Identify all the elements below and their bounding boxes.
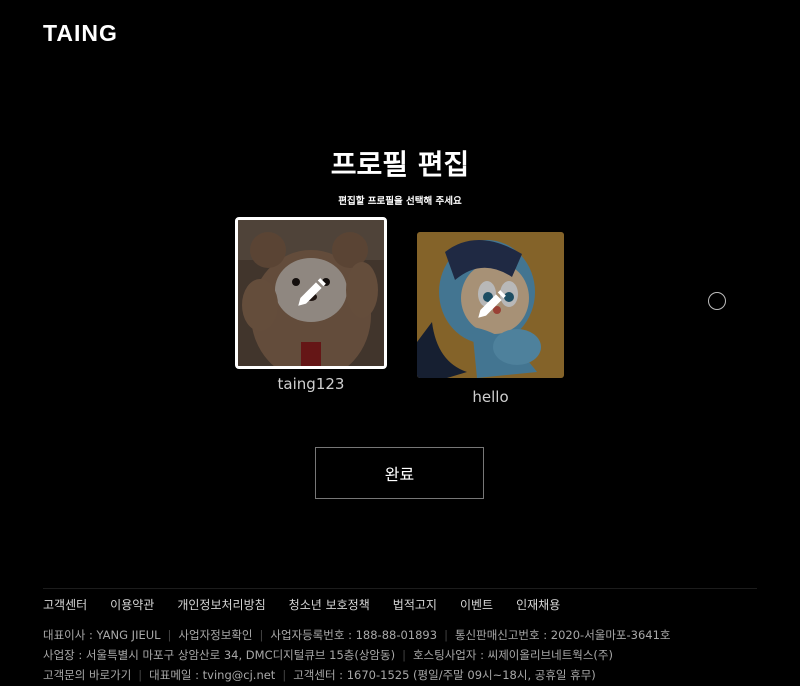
pencil-icon (474, 288, 508, 322)
profile-name: taing123 (277, 375, 345, 393)
tving-logo[interactable]: TAING (43, 20, 118, 47)
profile-avatar-penguin[interactable] (417, 232, 564, 378)
footer-company-info-line3: 고객문의 바로가기 | 대표메일 : tving@cj.net | 고객센터 : 167… (43, 668, 596, 682)
footer-company-info-line2: 사업장 : 서울특별시 마포구 상암산로 34, DMC디지털큐브 15층(상암… (43, 648, 613, 662)
footer-divider (43, 588, 757, 589)
page-subtitle: 편집할 프로필을 선택해 주세요 (338, 196, 462, 207)
footer-call-center: 고객센터 : 1670-1525 (평일/주말 09시~18시, 공휴일 휴무) (293, 668, 596, 682)
footer-link-legal[interactable]: 법적고지 (393, 596, 437, 613)
footer-links: 고객센터 이용약관 개인정보처리방침 청소년 보호정책 법적고지 이벤트 인재채… (43, 596, 583, 613)
footer-business-info-link[interactable]: 사업자정보확인 (178, 628, 252, 642)
footer-email[interactable]: 대표메일 : tving@cj.net (149, 668, 275, 682)
profile-card-taing123[interactable]: taing123 (235, 217, 387, 397)
footer-ecommerce-number: 통신판매신고번호 : 2020-서울마포-3641호 (454, 628, 671, 642)
page-title: 프로필 편집 (330, 148, 470, 181)
footer-ceo: 대표이사 : YANG JIEUL (43, 628, 161, 642)
footer-link-customer-center[interactable]: 고객센터 (43, 596, 87, 613)
profile-card-hello[interactable]: hello (417, 232, 564, 412)
footer-link-youth-policy[interactable]: 청소년 보호정책 (289, 596, 370, 613)
footer-address: 사업장 : 서울특별시 마포구 상암산로 34, DMC디지털큐브 15층(상암… (43, 648, 396, 662)
done-button[interactable]: 완료 (315, 447, 484, 499)
profile-avatar-bear[interactable] (235, 217, 387, 369)
add-profile-icon[interactable] (708, 292, 726, 310)
footer-link-careers[interactable]: 인재채용 (516, 596, 560, 613)
footer-link-terms[interactable]: 이용약관 (110, 596, 154, 613)
footer-hosting: 호스팅사업자 : 씨제이올리브네트웍스(주) (412, 648, 613, 662)
footer-company-info-line1: 대표이사 : YANG JIEUL | 사업자정보확인 | 사업자등록번호 : 188-… (43, 628, 671, 642)
footer-link-privacy[interactable]: 개인정보처리방침 (177, 596, 265, 613)
footer-business-number: 사업자등록번호 : 188-88-01893 (270, 628, 438, 642)
profile-name: hello (472, 388, 509, 406)
footer-link-events[interactable]: 이벤트 (460, 596, 493, 613)
pencil-icon (294, 276, 328, 310)
footer-contact-link[interactable]: 고객문의 바로가기 (43, 668, 131, 682)
